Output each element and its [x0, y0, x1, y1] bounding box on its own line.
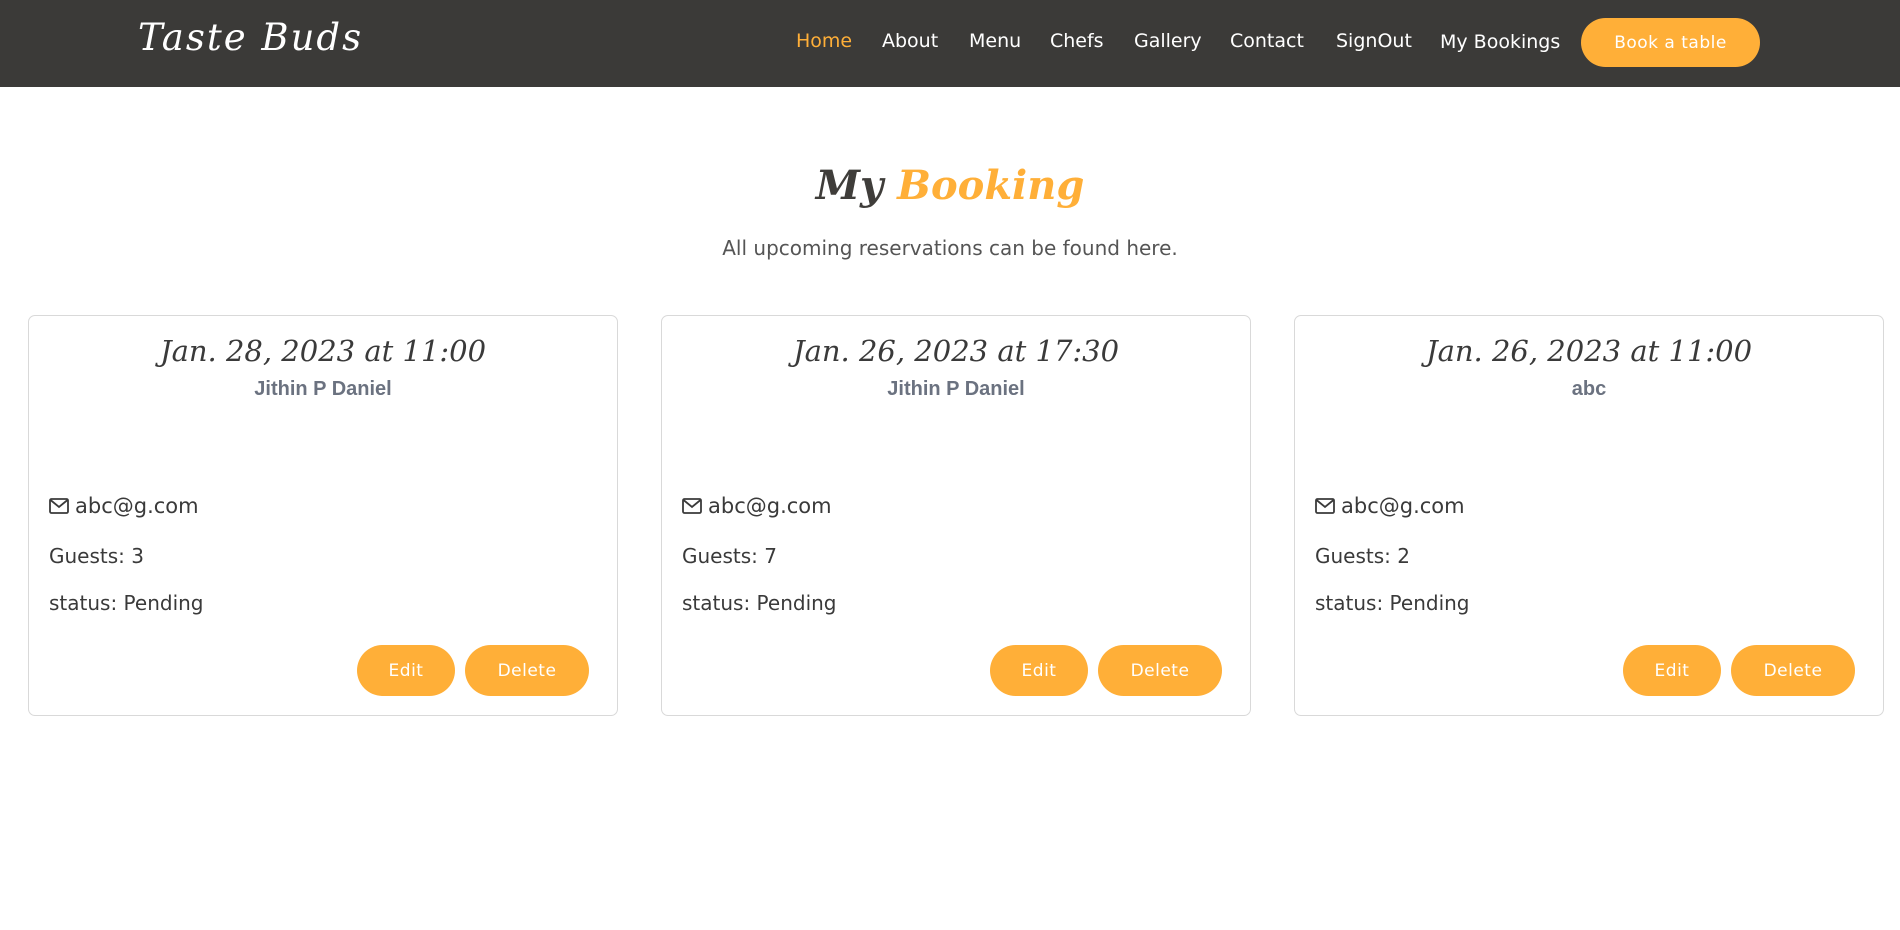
book-table-button[interactable]: Book a table — [1581, 18, 1760, 67]
booking-guests: Guests: 2 — [1315, 544, 1410, 568]
delete-button[interactable]: Delete — [1731, 645, 1855, 696]
brand-logo[interactable]: Taste Buds — [138, 16, 363, 59]
envelope-icon — [49, 498, 69, 514]
booking-name: Jithin P Daniel — [887, 378, 1025, 400]
delete-button[interactable]: Delete — [465, 645, 589, 696]
nav-about[interactable]: About — [882, 30, 938, 52]
page-subtitle: All upcoming reservations can be found h… — [722, 236, 1178, 260]
booking-date: Jan. 28, 2023 at 11:00 — [159, 334, 487, 368]
booking-status: status: Pending — [682, 591, 837, 615]
envelope-icon — [682, 498, 702, 514]
page-title-part2: Booking — [897, 162, 1085, 209]
booking-date: Jan. 26, 2023 at 17:30 — [792, 334, 1120, 368]
edit-button[interactable]: Edit — [1623, 645, 1721, 696]
booking-status: status: Pending — [1315, 591, 1470, 615]
booking-card: Jan. 28, 2023 at 11:00 Jithin P Daniel a… — [28, 315, 618, 716]
booking-date: Jan. 26, 2023 at 11:00 — [1425, 334, 1753, 368]
booking-email: abc@g.com — [682, 494, 832, 518]
booking-email: abc@g.com — [1315, 494, 1465, 518]
edit-button[interactable]: Edit — [990, 645, 1088, 696]
page-title-part1: My — [815, 162, 884, 209]
booking-name: abc — [1571, 378, 1607, 400]
edit-button[interactable]: Edit — [357, 645, 455, 696]
page-title: My Booking — [0, 162, 1900, 209]
nav-signout[interactable]: SignOut — [1336, 30, 1412, 52]
booking-guests: Guests: 3 — [49, 544, 144, 568]
top-navbar: Taste Buds Home About Menu Chefs Gallery… — [0, 0, 1900, 87]
booking-email-text: abc@g.com — [1341, 494, 1465, 518]
booking-card: Jan. 26, 2023 at 11:00 abc abc@g.com Gue… — [1294, 315, 1884, 716]
booking-card: Jan. 26, 2023 at 17:30 Jithin P Daniel a… — [661, 315, 1251, 716]
nav-home[interactable]: Home — [796, 30, 852, 52]
booking-status: status: Pending — [49, 591, 204, 615]
booking-email-text: abc@g.com — [75, 494, 199, 518]
booking-name: Jithin P Daniel — [254, 378, 392, 400]
nav-menu[interactable]: Menu — [969, 30, 1021, 52]
nav-gallery[interactable]: Gallery — [1134, 30, 1202, 52]
envelope-icon — [1315, 498, 1335, 514]
nav-my-bookings[interactable]: My Bookings — [1440, 31, 1560, 53]
delete-button[interactable]: Delete — [1098, 645, 1222, 696]
booking-email: abc@g.com — [49, 494, 199, 518]
nav-chefs[interactable]: Chefs — [1050, 30, 1104, 52]
booking-guests: Guests: 7 — [682, 544, 777, 568]
nav-contact[interactable]: Contact — [1230, 30, 1304, 52]
booking-email-text: abc@g.com — [708, 494, 832, 518]
